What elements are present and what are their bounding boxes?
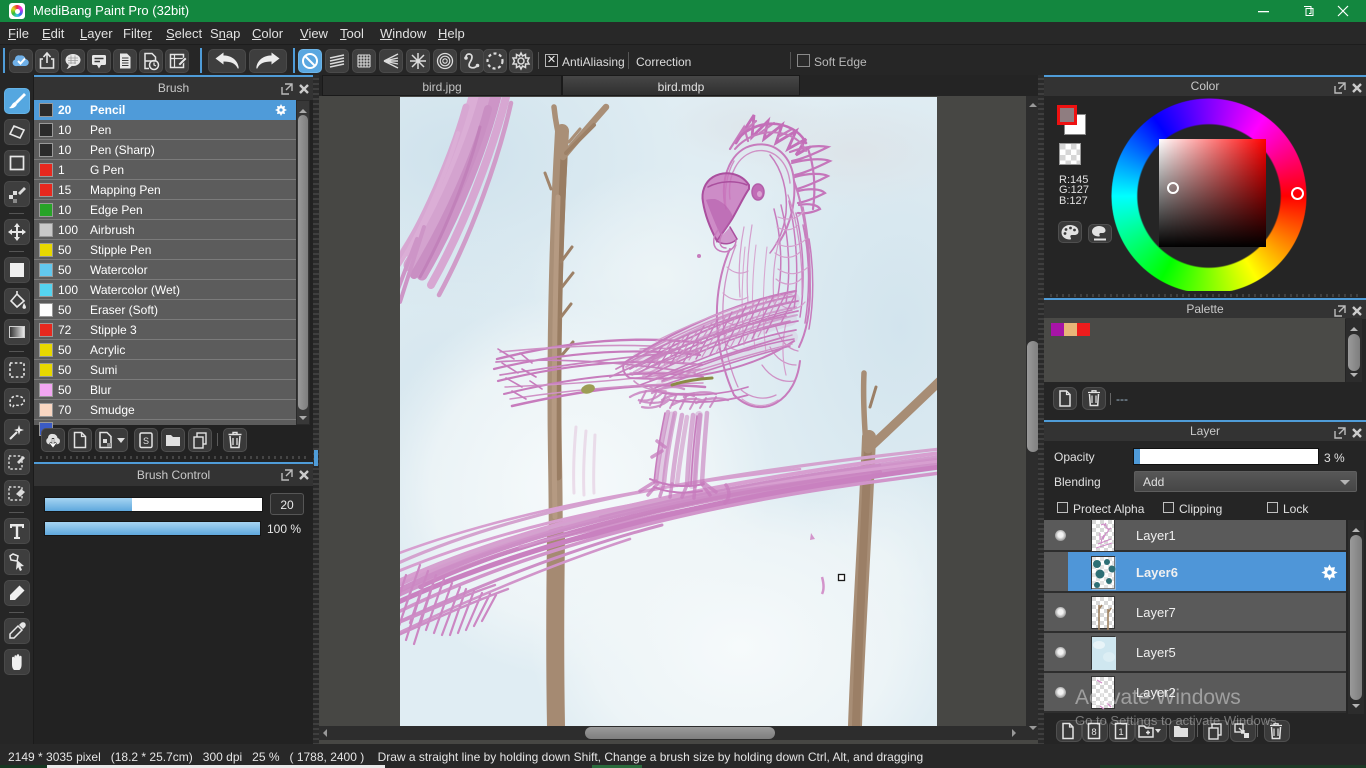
svg-text:S: S [143,436,149,446]
svg-text:1: 1 [1118,727,1123,738]
svg-text:8: 8 [1091,727,1096,738]
